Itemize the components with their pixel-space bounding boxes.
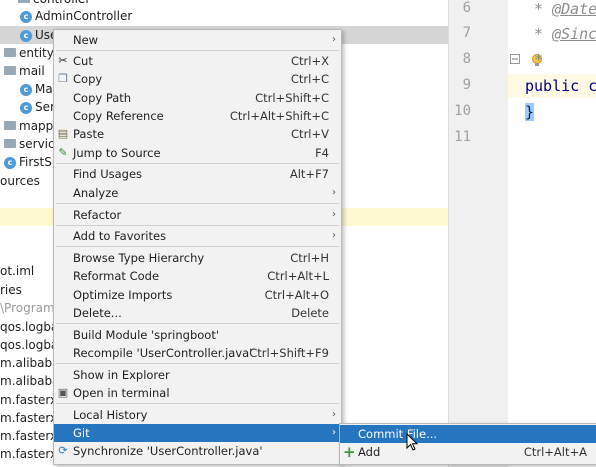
menu-item-delete[interactable]: Delete... Delete	[54, 304, 341, 322]
code-line-7: * @Sinc	[534, 25, 596, 43]
menu-item-analyze[interactable]: Analyze ›	[54, 184, 341, 202]
submenu-arrow-icon: ›	[332, 427, 336, 438]
tree-item-lib[interactable]: m.alibaba	[0, 372, 59, 390]
menu-item-reformat-code[interactable]: Reformat Code Ctrl+Alt+L	[54, 267, 341, 285]
folder-icon	[4, 48, 16, 57]
code-editor[interactable]	[508, 0, 596, 467]
menu-separator	[56, 323, 339, 324]
tree-item-lib[interactable]: qos.logba	[0, 336, 58, 354]
tree-item-lib[interactable]: m.alibaba	[0, 354, 59, 372]
context-menu: New › ✂ Cut Ctrl+X ❐ Copy Ctrl+C Copy Pa…	[53, 29, 342, 465]
tree-item-admin-controller[interactable]: c AdminController	[20, 7, 132, 25]
line-number: 11	[454, 129, 471, 145]
class-icon: c	[20, 83, 32, 96]
menu-separator	[56, 403, 339, 404]
menu-item-refactor[interactable]: Refactor ›	[54, 206, 341, 224]
tree-item-mail[interactable]: mail	[4, 62, 45, 80]
mouse-cursor-icon	[406, 433, 419, 451]
tree-item-resources[interactable]: ources	[0, 172, 40, 190]
menu-separator	[56, 163, 339, 164]
tree-item-iml[interactable]: ot.iml	[0, 262, 34, 280]
git-submenu: Commit File... + Add Ctrl+Alt+A	[339, 423, 596, 465]
submenu-arrow-icon: ›	[332, 409, 336, 420]
paste-icon: ▤	[57, 127, 69, 140]
copy-icon: ❐	[58, 72, 68, 85]
menu-separator	[56, 246, 339, 247]
class-icon: c	[20, 29, 32, 42]
menu-item-synchronize[interactable]: ⟳ Synchronize 'UserController.java'	[54, 442, 341, 460]
tree-item-libraries[interactable]: ries	[0, 281, 22, 299]
menu-item-optimize-imports[interactable]: Optimize Imports Ctrl+Alt+O	[54, 286, 341, 304]
code-line-8: *	[534, 51, 544, 69]
tree-item-user-controller[interactable]: c Use	[20, 26, 57, 44]
menu-separator	[56, 225, 339, 226]
menu-separator	[56, 363, 339, 364]
fold-marker-icon[interactable]	[510, 54, 520, 64]
folder-icon	[4, 66, 16, 75]
menu-item-open-in-terminal[interactable]: ▣ Open in terminal	[54, 384, 341, 402]
tree-item-entity[interactable]: entity	[4, 44, 54, 62]
menu-item-copy[interactable]: ❐ Copy Ctrl+C	[54, 70, 341, 88]
submenu-item-add[interactable]: + Add Ctrl+Alt+A	[340, 443, 596, 461]
menu-item-find-usages[interactable]: Find Usages Alt+F7	[54, 165, 341, 183]
folder-icon	[18, 0, 30, 3]
submenu-arrow-icon: ›	[332, 209, 336, 220]
jump-to-source-icon: ✎	[58, 146, 68, 159]
plus-icon: +	[343, 443, 356, 461]
sync-icon: ⟳	[58, 444, 68, 457]
folder-icon	[4, 139, 16, 148]
submenu-item-commit-file[interactable]: Commit File...	[340, 425, 596, 443]
scissors-icon: ✂	[58, 54, 68, 67]
menu-item-paste[interactable]: ▤ Paste Ctrl+V	[54, 125, 341, 143]
tree-item-ser[interactable]: c Ser	[20, 98, 55, 116]
tree-item-lib[interactable]: qos.logba	[0, 318, 58, 336]
code-line-9: public c	[525, 77, 596, 95]
menu-item-add-to-favorites[interactable]: Add to Favorites ›	[54, 227, 341, 245]
menu-item-show-in-explorer[interactable]: Show in Explorer	[54, 366, 341, 384]
code-line-6: * @Date	[534, 0, 596, 18]
menu-item-browse-type-hierarchy[interactable]: Browse Type Hierarchy Ctrl+H	[54, 249, 341, 267]
spring-class-icon: c	[4, 156, 16, 169]
line-number: 7	[462, 25, 471, 41]
tree-item-program[interactable]: \Program	[0, 299, 55, 317]
submenu-arrow-icon: ›	[332, 34, 336, 45]
class-icon: c	[20, 101, 32, 114]
submenu-arrow-icon: ›	[332, 187, 336, 198]
submenu-arrow-icon: ›	[332, 230, 336, 241]
menu-item-new[interactable]: New ›	[54, 31, 341, 49]
menu-item-local-history[interactable]: Local History ›	[54, 406, 341, 424]
terminal-icon: ▣	[57, 386, 69, 399]
menu-item-copy-path[interactable]: Copy Path Ctrl+Shift+C	[54, 89, 341, 107]
tree-item-ma[interactable]: c Ma	[20, 80, 53, 98]
menu-separator	[56, 50, 339, 51]
tree-item-first-sp[interactable]: c FirstSp	[4, 153, 60, 171]
line-number: 8	[462, 51, 471, 67]
menu-item-cut[interactable]: ✂ Cut Ctrl+X	[54, 52, 341, 70]
menu-separator	[56, 203, 339, 204]
menu-item-build-module[interactable]: Build Module 'springboot'	[54, 326, 341, 344]
line-number: 9	[462, 77, 471, 93]
menu-item-git[interactable]: Git ›	[54, 424, 341, 442]
folder-icon	[4, 121, 16, 130]
line-number: 6	[462, 0, 471, 16]
class-icon: c	[20, 10, 32, 23]
code-line-10: }	[525, 103, 535, 121]
editor-gutter: 6 7 8 9 10 11	[448, 0, 509, 467]
menu-item-jump-to-source[interactable]: ✎ Jump to Source F4	[54, 144, 341, 162]
menu-item-copy-reference[interactable]: Copy Reference Ctrl+Alt+Shift+C	[54, 107, 341, 125]
line-number: 10	[454, 103, 471, 119]
menu-item-recompile[interactable]: Recompile 'UserController.java' Ctrl+Shi…	[54, 344, 341, 362]
